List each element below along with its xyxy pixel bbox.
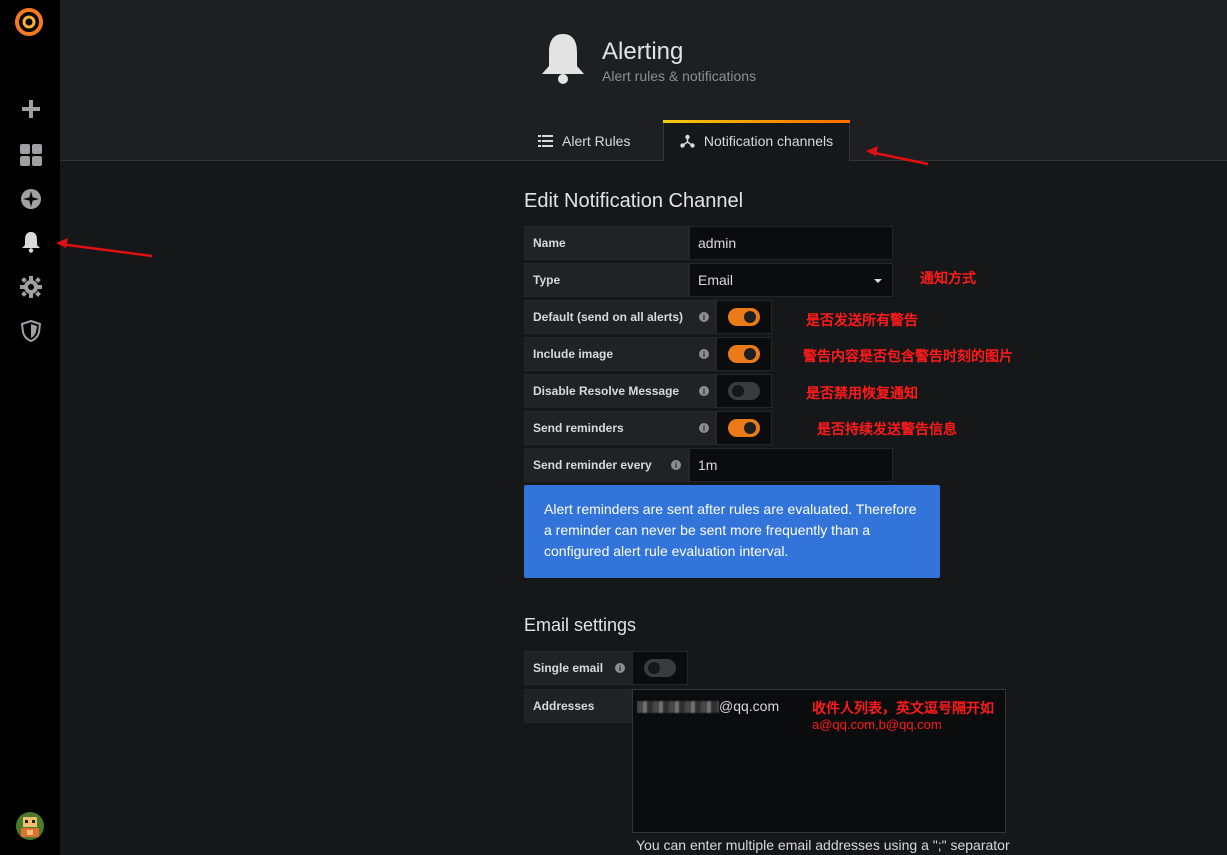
annotation-disable-resolve: 是否禁用恢复通知 <box>806 385 918 401</box>
page-header: Alerting Alert rules & notifications Ale… <box>60 0 1227 161</box>
page-subtitle: Alert rules & notifications <box>602 68 757 84</box>
sidebar <box>0 0 60 855</box>
include-image-label: Include image <box>533 347 614 361</box>
page-title: Alerting <box>602 38 684 65</box>
default-label: Default (send on all alerts) <box>533 310 684 324</box>
type-row: Type Email <box>524 263 893 297</box>
email-settings-title: Email settings <box>524 615 637 635</box>
single-email-row: Single email i <box>524 651 688 685</box>
type-select[interactable]: Email <box>689 263 893 297</box>
single-email-switch[interactable] <box>632 651 688 685</box>
send-reminders-switch[interactable] <box>716 411 772 445</box>
annotation-addresses-example: a@qq.com,b@qq.com <box>812 717 942 732</box>
disable-resolve-row: Disable Resolve Message i <box>524 374 772 408</box>
default-switch[interactable] <box>716 300 772 334</box>
annotation-arrow-tab <box>866 146 929 166</box>
addresses-help: You can enter multiple email addresses u… <box>636 837 1010 853</box>
send-reminders-row: Send reminders i <box>524 411 772 445</box>
tab-label: Alert Rules <box>562 132 631 149</box>
type-value: Email <box>698 272 734 288</box>
info-icon[interactable]: i <box>699 312 709 322</box>
list-icon <box>538 134 553 147</box>
dashboards-icon[interactable] <box>18 142 44 168</box>
info-icon[interactable]: i <box>699 349 709 359</box>
tab-notification-channels[interactable]: Notification channels <box>663 120 850 161</box>
form-title: Edit Notification Channel <box>524 190 744 212</box>
share-nodes-icon <box>680 134 695 148</box>
type-label: Type <box>524 263 689 297</box>
info-icon[interactable]: i <box>671 460 681 470</box>
disable-resolve-switch[interactable] <box>716 374 772 408</box>
explore-compass-icon[interactable] <box>18 186 44 212</box>
name-label: Name <box>524 226 689 260</box>
server-admin-shield-icon[interactable] <box>18 318 44 344</box>
default-row: Default (send on all alerts) i <box>524 300 772 334</box>
info-icon[interactable]: i <box>615 663 625 673</box>
disable-resolve-label: Disable Resolve Message <box>533 384 680 398</box>
annotation-arrow-sidebar <box>56 238 153 258</box>
name-row: Name admin <box>524 226 893 260</box>
annotation-send-reminders: 是否持续发送警告信息 <box>817 421 957 437</box>
annotation-include-image: 警告内容是否包含警告时刻的图片 <box>803 348 1013 364</box>
grafana-logo-icon[interactable] <box>12 4 46 38</box>
include-image-switch[interactable] <box>716 337 772 371</box>
include-image-row: Include image i <box>524 337 772 371</box>
annotation-type: 通知方式 <box>920 270 976 286</box>
addresses-label: Addresses <box>524 689 632 723</box>
redacted-email-prefix <box>637 701 719 714</box>
user-avatar[interactable] <box>16 812 44 840</box>
single-email-label: Single email <box>533 661 604 675</box>
info-icon[interactable]: i <box>699 386 709 396</box>
alerting-bell-icon <box>540 32 586 86</box>
reminder-info-alert: Alert reminders are sent after rules are… <box>524 485 940 578</box>
tab-alert-rules[interactable]: Alert Rules <box>538 120 630 161</box>
name-input[interactable]: admin <box>689 226 893 260</box>
configuration-gear-icon[interactable] <box>18 274 44 300</box>
reminder-every-input[interactable]: 1m <box>689 448 893 482</box>
annotation-default: 是否发送所有警告 <box>806 312 918 328</box>
caret-down-icon <box>874 279 882 283</box>
alerting-bell-icon[interactable] <box>18 229 44 255</box>
addresses-value: @qq.com <box>719 698 780 714</box>
reminder-every-label: Send reminder every <box>533 458 652 472</box>
tab-label: Notification channels <box>703 133 834 149</box>
addresses-row: Addresses <box>524 689 632 723</box>
annotation-addresses: 收件人列表，英文逗号隔开如 <box>812 700 994 716</box>
send-reminders-label: Send reminders <box>533 421 624 435</box>
reminder-every-row: Send reminder every i 1m <box>524 448 893 482</box>
info-icon[interactable]: i <box>699 423 709 433</box>
create-plus-icon[interactable] <box>18 96 44 122</box>
